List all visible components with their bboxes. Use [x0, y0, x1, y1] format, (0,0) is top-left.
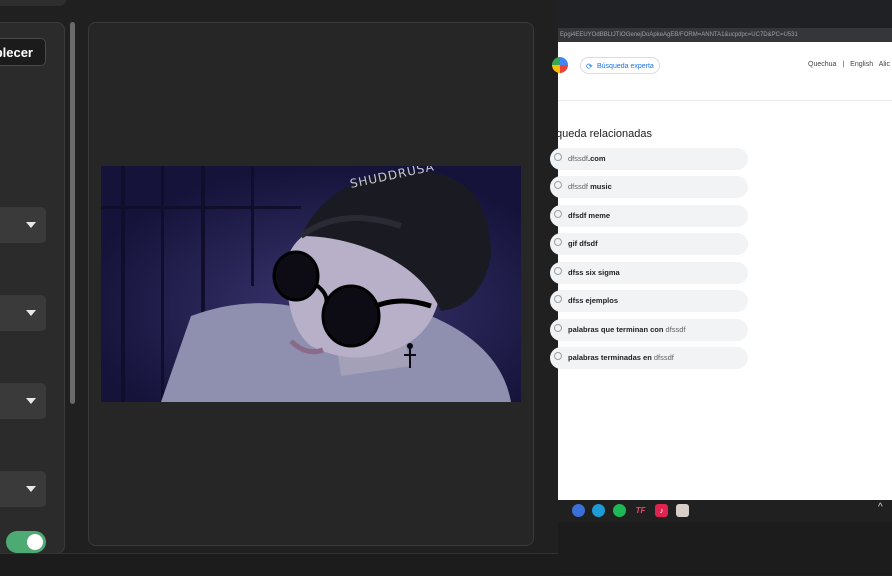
window-top-edge: [0, 0, 66, 6]
expert-search-label: Búsqueda experta: [597, 63, 654, 70]
search-icon: [554, 153, 562, 161]
related-search-item[interactable]: palabras que terminan con dfssdf: [550, 319, 748, 341]
toggle-switch[interactable]: [6, 531, 46, 553]
chevron-down-icon: [26, 486, 36, 492]
tf-icon[interactable]: TF: [634, 504, 647, 517]
window-bottom-strip: [0, 553, 558, 576]
search-spark-icon: ⟳: [586, 62, 593, 71]
lang-other[interactable]: Alic: [879, 61, 890, 68]
address-bar[interactable]: Epgi4EEUYOdBBLtJTIOGenejDoApkeAgEB/FORM=…: [558, 28, 892, 42]
edge-icon[interactable]: [592, 504, 605, 517]
search-icon: [554, 324, 562, 332]
browser-tab-strip: [558, 0, 892, 28]
dropdown-4[interactable]: [0, 471, 46, 507]
scrollbar[interactable]: [70, 22, 75, 404]
search-icon: [554, 181, 562, 189]
search-icon: [554, 210, 562, 218]
lang-separator: |: [842, 61, 845, 68]
search-icon: [554, 267, 562, 275]
search-icon: [554, 238, 562, 246]
related-search-item[interactable]: gif dfsdf: [550, 233, 748, 255]
dropdown-3[interactable]: [0, 383, 46, 419]
header-divider: [558, 100, 892, 101]
related-search-item[interactable]: dfsdf meme: [550, 205, 748, 227]
copilot-logo-icon[interactable]: [552, 57, 568, 73]
settings-window: blecer: [0, 0, 558, 576]
related-searches-title: queda relacionadas: [556, 128, 653, 140]
expert-search-button[interactable]: ⟳ Búsqueda experta: [580, 57, 660, 74]
webcam-preview-image: SHUDDRUSA: [101, 166, 521, 402]
apply-button[interactable]: blecer: [0, 38, 46, 66]
browser-window: Epgi4EEUYOdBBLtJTIOGenejDoApkeAgEB/FORM=…: [550, 0, 892, 500]
taskbar-bar: TF ♪ ^: [558, 500, 892, 522]
taskbar: TF ♪ ^: [558, 500, 892, 575]
lang-english[interactable]: English: [850, 61, 873, 68]
tiktok-icon[interactable]: ♪: [655, 504, 668, 517]
language-bar: Quechua | English Alic: [808, 61, 892, 68]
related-search-item[interactable]: dfssdf music: [550, 176, 748, 198]
related-search-item[interactable]: dfss six sigma: [550, 262, 748, 284]
related-search-item[interactable]: dfss ejemplos: [550, 290, 748, 312]
dropdown-2[interactable]: [0, 295, 46, 331]
chevron-down-icon: [26, 398, 36, 404]
lang-quechua[interactable]: Quechua: [808, 61, 836, 68]
search-icon: [554, 352, 562, 360]
spotify-icon[interactable]: [613, 504, 626, 517]
dropdown-1[interactable]: [0, 207, 46, 243]
tray-chevron-icon[interactable]: ^: [878, 502, 883, 513]
chevron-down-icon: [26, 222, 36, 228]
chevron-down-icon: [26, 310, 36, 316]
toggle-knob: [27, 534, 43, 550]
related-search-item[interactable]: palabras terminadas en dfssdf: [550, 347, 748, 369]
copilot-icon[interactable]: [572, 504, 585, 517]
search-icon: [554, 295, 562, 303]
related-search-item[interactable]: dfssdf.com: [550, 148, 748, 170]
app-icon[interactable]: [676, 504, 689, 517]
webcam-person-image: SHUDDRUSA: [101, 166, 521, 402]
